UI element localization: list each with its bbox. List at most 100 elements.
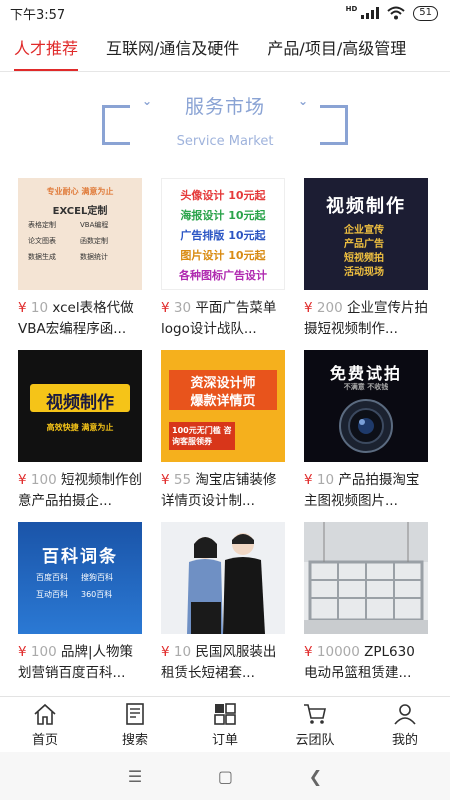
art-text: 专业耐心 满意为止 bbox=[46, 187, 114, 196]
currency-symbol: ¥ bbox=[18, 300, 27, 316]
price-value: 10 bbox=[316, 472, 335, 488]
product-card[interactable]: 视频制作 高效快捷 满意为止 ¥ 100 短视频制作创意产品拍摄企... bbox=[18, 350, 146, 512]
nav-search[interactable]: 搜索 bbox=[90, 697, 180, 752]
art-text: 海报设计 10元起 bbox=[180, 209, 266, 222]
art-text: 360百科 bbox=[81, 590, 113, 599]
price: ¥ 100 bbox=[18, 472, 57, 488]
currency-symbol: ¥ bbox=[161, 472, 170, 488]
price-value: 10 bbox=[30, 300, 49, 316]
status-icons: HD 51 bbox=[346, 5, 438, 21]
art-text: 数据生成 bbox=[28, 253, 56, 261]
nav-label: 我的 bbox=[391, 733, 418, 748]
menu-icon[interactable]: ☰ bbox=[128, 767, 142, 786]
price: ¥ 10000 bbox=[304, 644, 360, 660]
currency-symbol: ¥ bbox=[304, 472, 313, 488]
product-image[interactable]: 视频制作 高效快捷 满意为止 bbox=[18, 350, 142, 462]
currency-symbol: ¥ bbox=[161, 644, 170, 660]
product-caption[interactable]: ¥ 100 短视频制作创意产品拍摄企... bbox=[18, 470, 142, 512]
price: ¥ 100 bbox=[18, 644, 57, 660]
product-image[interactable] bbox=[304, 522, 428, 634]
bottom-nav: 首页 搜索 订单 云团队 我的 bbox=[0, 696, 450, 752]
art-text: 广告排版 10元起 bbox=[180, 229, 266, 242]
nav-label: 云团队 bbox=[295, 733, 335, 748]
gondola-photo bbox=[304, 522, 428, 634]
tab-product[interactable]: 产品/项目/高级管理 bbox=[253, 26, 420, 71]
product-card[interactable]: 视频制作 企业宣传 产品广告 短视频拍 活动现场 ¥ 200 企业宣传片拍摄短视… bbox=[304, 178, 432, 340]
art-list: 表格定制 VBA编程 论文图表 函数定制 数据生成 数据统计 bbox=[28, 220, 132, 262]
art-text: 短视频拍 bbox=[344, 253, 384, 264]
section-title: 服务市场 bbox=[184, 96, 265, 118]
product-image[interactable]: 百科词条 百度百科 搜狗百科 互动百科 360百科 bbox=[18, 522, 142, 634]
product-card[interactable]: ¥ 10000 ZPL630电动吊篮租赁建... bbox=[304, 522, 432, 684]
art-text: 函数定制 bbox=[80, 237, 108, 245]
art-text: 各种图标广告设计 bbox=[179, 269, 267, 282]
wifi-icon bbox=[387, 6, 405, 20]
product-image[interactable]: 头像设计 10元起 海报设计 10元起 广告排版 10元起 图片设计 10元起 … bbox=[161, 178, 285, 290]
art-text: 免费试拍 bbox=[329, 364, 402, 383]
product-card[interactable]: 专业耐心 满意为止 EXCEL定制 表格定制 VBA编程 论文图表 函数定制 数… bbox=[18, 178, 146, 340]
price-value: 30 bbox=[173, 300, 192, 316]
nav-mine[interactable]: 我的 bbox=[360, 697, 450, 752]
product-caption[interactable]: ¥ 55 淘宝店铺装修详情页设计制... bbox=[161, 470, 285, 512]
product-caption[interactable]: ¥ 200 企业宣传片拍摄短视频制作... bbox=[304, 298, 428, 340]
nav-orders[interactable]: 订单 bbox=[180, 697, 270, 752]
price-value: 10000 bbox=[316, 644, 360, 660]
nav-label: 首页 bbox=[31, 733, 58, 748]
product-card[interactable]: 头像设计 10元起 海报设计 10元起 广告排版 10元起 图片设计 10元起 … bbox=[161, 178, 289, 340]
product-image[interactable]: 专业耐心 满意为止 EXCEL定制 表格定制 VBA编程 论文图表 函数定制 数… bbox=[18, 178, 142, 290]
product-caption[interactable]: ¥ 10 产品拍摄淘宝主图视频图片... bbox=[304, 470, 428, 512]
art-text: 视频制作 bbox=[46, 393, 114, 413]
signal-icon bbox=[361, 7, 380, 19]
nav-cloud-team[interactable]: 云团队 bbox=[270, 697, 360, 752]
system-nav-bar: ☰ ▢ ❮ bbox=[0, 752, 450, 800]
product-image[interactable] bbox=[161, 522, 285, 634]
price-value: 10 bbox=[173, 644, 192, 660]
product-card[interactable]: 免费试拍 不满意 不收钱 ¥ 10 产品拍摄淘宝主图视频图片... bbox=[304, 350, 432, 512]
nav-home[interactable]: 首页 bbox=[0, 697, 90, 752]
art-list: 企业宣传 产品广告 短视频拍 活动现场 bbox=[344, 224, 384, 280]
home-square-icon[interactable]: ▢ bbox=[218, 767, 233, 786]
price: ¥ 30 bbox=[161, 300, 191, 316]
product-caption[interactable]: ¥ 30 平面广告菜单logo设计战队... bbox=[161, 298, 285, 340]
art-text: 活动现场 bbox=[344, 267, 384, 278]
product-caption[interactable]: ¥ 100 品牌|人物策划营销百度百科... bbox=[18, 642, 142, 684]
art-text: 百度百科 bbox=[36, 573, 68, 582]
battery-icon: 51 bbox=[413, 5, 438, 21]
tab-talent[interactable]: 人才推荐 bbox=[0, 26, 92, 71]
section-subtitle: Service Market bbox=[176, 134, 274, 149]
art-text: 搜狗百科 bbox=[81, 573, 113, 582]
price: ¥ 10 bbox=[161, 644, 191, 660]
price-value: 100 bbox=[30, 644, 57, 660]
price: ¥ 10 bbox=[304, 472, 334, 488]
price-value: 200 bbox=[316, 300, 343, 316]
product-card[interactable]: ¥ 10 民国风服装出租赁长短裙套... bbox=[161, 522, 289, 684]
camera-lens-icon bbox=[339, 399, 393, 453]
product-card[interactable]: 百科词条 百度百科 搜狗百科 互动百科 360百科 ¥ 100 品牌|人物策划营… bbox=[18, 522, 146, 684]
product-card[interactable]: 资深设计师 爆款详情页 100元无门槛 咨询客服领券 ¥ 55 淘宝店铺装修详情… bbox=[161, 350, 289, 512]
art-text: 企业宣传 bbox=[344, 225, 384, 236]
product-caption[interactable]: ¥ 10 xcel表格代做VBA宏编程序函... bbox=[18, 298, 142, 340]
service-market-banner: ⌄ ⌄ 服务市场 Service Market bbox=[0, 72, 450, 172]
art-text: EXCEL定制 bbox=[52, 206, 108, 217]
price: ¥ 55 bbox=[161, 472, 191, 488]
product-caption[interactable]: ¥ 10000 ZPL630电动吊篮租赁建... bbox=[304, 642, 428, 684]
search-doc-icon bbox=[126, 703, 144, 725]
product-image[interactable]: 视频制作 企业宣传 产品广告 短视频拍 活动现场 bbox=[304, 178, 428, 290]
art-text: 头像设计 10元起 bbox=[180, 189, 266, 202]
price: ¥ 200 bbox=[304, 300, 343, 316]
art-text: 不满意 不收钱 bbox=[343, 383, 389, 391]
nav-label: 订单 bbox=[211, 733, 238, 748]
price: ¥ 10 bbox=[18, 300, 48, 316]
product-image[interactable]: 免费试拍 不满意 不收钱 bbox=[304, 350, 428, 462]
art-text: 100元无门槛 咨询客服领券 bbox=[169, 422, 235, 450]
tab-internet[interactable]: 互联网/通信及硬件 bbox=[92, 26, 253, 71]
price-value: 55 bbox=[173, 472, 192, 488]
art-text: 视频制作 bbox=[326, 196, 406, 217]
back-icon[interactable]: ❮ bbox=[309, 767, 322, 786]
product-caption[interactable]: ¥ 10 民国风服装出租赁长短裙套... bbox=[161, 642, 285, 684]
art-text: 表格定制 bbox=[28, 221, 56, 229]
costume-photo bbox=[187, 533, 265, 634]
art-text: 资深设计师 bbox=[190, 376, 256, 391]
art-text: 百科词条 bbox=[42, 547, 118, 567]
product-image[interactable]: 资深设计师 爆款详情页 100元无门槛 咨询客服领券 bbox=[161, 350, 285, 462]
